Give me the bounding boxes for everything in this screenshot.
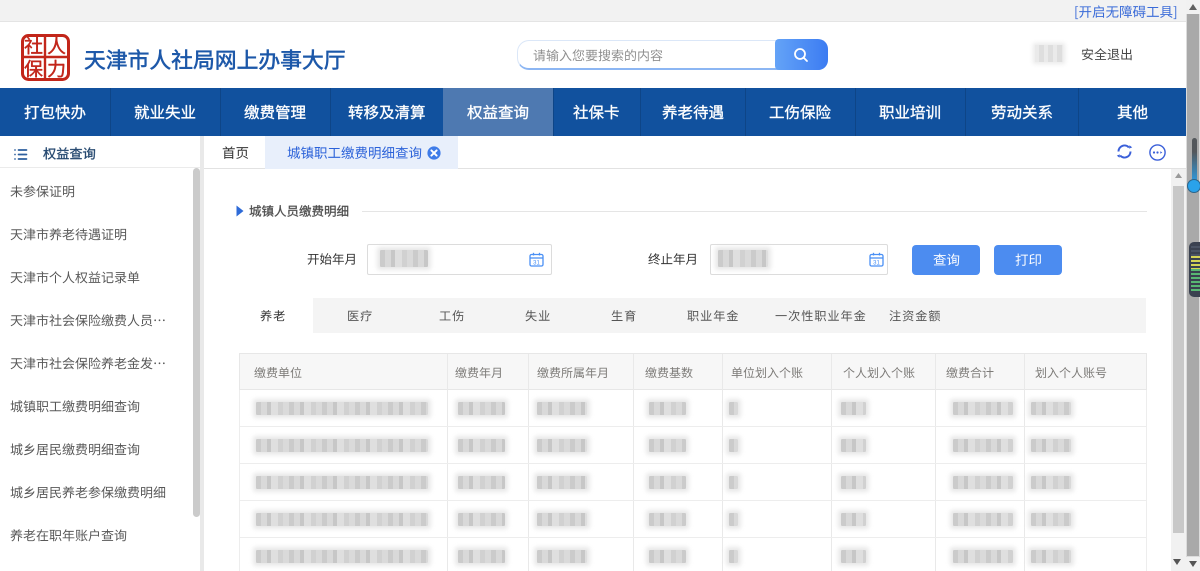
svg-text:31: 31 bbox=[533, 261, 540, 267]
svg-text:31: 31 bbox=[873, 261, 880, 267]
